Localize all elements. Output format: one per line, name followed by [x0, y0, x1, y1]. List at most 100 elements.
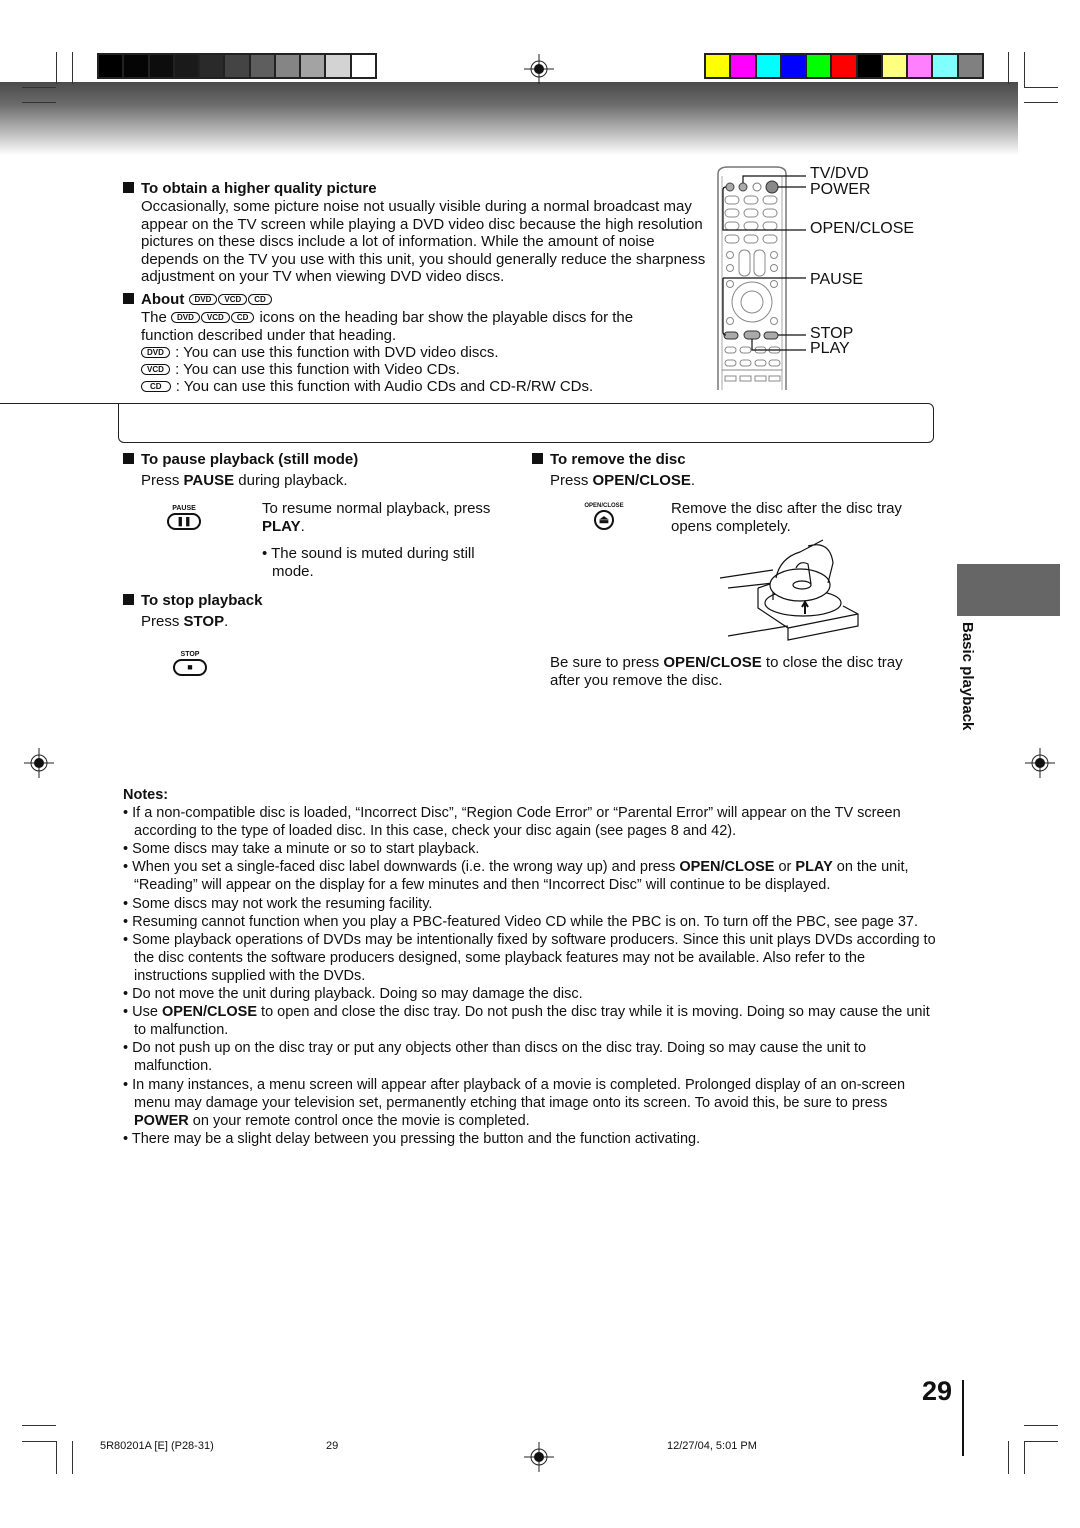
color-swatch	[706, 55, 732, 77]
line-text: : You can use this function with DVD vid…	[175, 344, 499, 361]
bullet-square-icon	[123, 182, 134, 193]
color-swatch	[781, 55, 808, 77]
crop-mark	[72, 1441, 73, 1474]
key-name: PAUSE	[183, 472, 235, 489]
remote-control-illustration	[717, 166, 806, 390]
notes-title: Notes:	[123, 787, 169, 803]
bullet-square-icon	[123, 594, 134, 605]
key-name: POWER	[134, 1112, 189, 1129]
remove-heading: To remove the disc	[532, 451, 686, 469]
color-swatch	[832, 55, 858, 77]
remove-close-reminder: Be sure to press OPEN/CLOSE to close the…	[550, 654, 925, 689]
color-swatch	[351, 55, 375, 77]
bullet-square-icon	[123, 453, 134, 464]
about-line-dvd: DVD : You can use this function with DVD…	[141, 344, 499, 362]
note-text: If a non-compatible disc is loaded, “Inc…	[132, 805, 901, 840]
note-item: Use OPEN/CLOSE to open and close the dis…	[123, 1003, 938, 1039]
color-swatch	[124, 55, 150, 77]
quality-body: Occasionally, some picture noise not usu…	[141, 198, 706, 285]
text: .	[300, 517, 305, 535]
remove-after: Remove the disc after the disc tray open…	[671, 500, 902, 535]
grayscale-bar	[97, 53, 377, 79]
pause-resume: To resume normal playback, press PLAY.	[262, 500, 507, 535]
text: Be sure to press	[550, 654, 664, 671]
registration-mark-icon	[524, 54, 554, 84]
heading-text: To obtain a higher quality picture	[141, 180, 377, 197]
label-pause: PAUSE	[810, 271, 864, 288]
key-name: STOP	[183, 613, 225, 630]
label-open-close: OPEN/CLOSE	[810, 220, 915, 237]
key-name: OPEN/CLOSE	[161, 1004, 258, 1021]
about-line-cd: CD : You can use this function with Audi…	[141, 378, 593, 396]
dvd-badge: DVD	[141, 347, 170, 358]
color-swatch	[174, 55, 201, 77]
heading-text: To remove the disc	[550, 451, 686, 468]
note-text: Some playback operations of DVDs may be …	[132, 931, 936, 984]
crop-mark	[1024, 102, 1058, 103]
line-text: : You can use this function with Audio C…	[175, 378, 594, 395]
color-swatch	[908, 55, 934, 77]
crop-mark	[56, 52, 57, 84]
pause-button-icon: PAUSE ❚❚	[164, 505, 204, 530]
note-text: Do not push up on the disc tray or put a…	[132, 1040, 867, 1075]
color-swatch	[250, 55, 276, 77]
registration-mark-icon	[1025, 748, 1055, 778]
label-play: PLAY	[810, 340, 850, 357]
open-close-button-icon: OPEN/CLOSE ⏏	[578, 503, 630, 530]
color-swatch	[958, 55, 982, 77]
color-swatch	[225, 55, 251, 77]
page-number-rule	[962, 1380, 964, 1456]
note-text: Do not move the unit during playback. Do…	[132, 986, 583, 1003]
note-item: Do not push up on the disc tray or put a…	[123, 1039, 938, 1075]
color-swatch	[99, 55, 125, 77]
bullet-square-icon	[532, 453, 543, 464]
text: Press	[550, 472, 593, 489]
color-swatch	[807, 55, 833, 77]
crop-mark	[22, 1425, 56, 1426]
note-text: In many instances, a menu screen will ap…	[132, 1076, 906, 1111]
dvd-badge: DVD	[171, 312, 200, 323]
color-swatch	[200, 55, 226, 77]
cd-badge: CD	[141, 381, 171, 392]
bullet-square-icon	[123, 293, 134, 304]
vcd-badge: VCD	[141, 364, 170, 375]
eject-icon: ⏏	[594, 510, 614, 530]
crop-mark	[72, 52, 73, 84]
text: during playback.	[234, 472, 348, 489]
color-bar	[704, 53, 984, 79]
label-tv-dvd: TV/DVD	[810, 165, 869, 182]
note-item: When you set a single-faced disc label d…	[123, 858, 938, 894]
quality-heading: To obtain a higher quality picture	[123, 180, 377, 198]
vcd-badge: VCD	[200, 312, 230, 323]
note-text: Some discs may take a minute or so to st…	[132, 841, 480, 858]
section-heading-bar	[118, 403, 934, 443]
note-item: If a non-compatible disc is loaded, “Inc…	[123, 804, 938, 840]
note-text: There may be a slight delay between you …	[131, 1130, 701, 1147]
note-text: Use	[132, 1004, 162, 1021]
chapter-tab	[957, 564, 1060, 616]
text: .	[690, 472, 696, 489]
crop-mark	[22, 1441, 56, 1442]
page-number: 29	[922, 1376, 953, 1406]
stop-button-icon: STOP ■	[170, 651, 210, 676]
button-label: STOP	[180, 651, 200, 658]
cd-badge: CD	[248, 294, 272, 305]
cd-badge: CD	[230, 312, 255, 323]
color-swatch	[326, 55, 352, 77]
crop-mark	[1024, 1441, 1058, 1442]
vcd-badge: VCD	[218, 294, 248, 305]
color-swatch	[275, 55, 302, 77]
crop-mark	[22, 102, 56, 103]
key-name: PLAY	[262, 517, 301, 535]
stop-instruction: Press STOP.	[141, 613, 228, 631]
note-text: When you set a single-faced disc label d…	[132, 859, 680, 876]
footer-code: 5R80201A [E] (P28-31)	[100, 1440, 214, 1452]
heading-text: About	[141, 291, 185, 308]
text: .	[224, 613, 229, 630]
text: Press	[141, 472, 184, 489]
crop-mark	[1008, 1441, 1009, 1474]
note-text: or	[774, 859, 796, 876]
registration-mark-icon	[24, 748, 54, 778]
pause-instruction: Press PAUSE during playback.	[141, 472, 348, 490]
key-name: OPEN/CLOSE	[592, 472, 691, 489]
